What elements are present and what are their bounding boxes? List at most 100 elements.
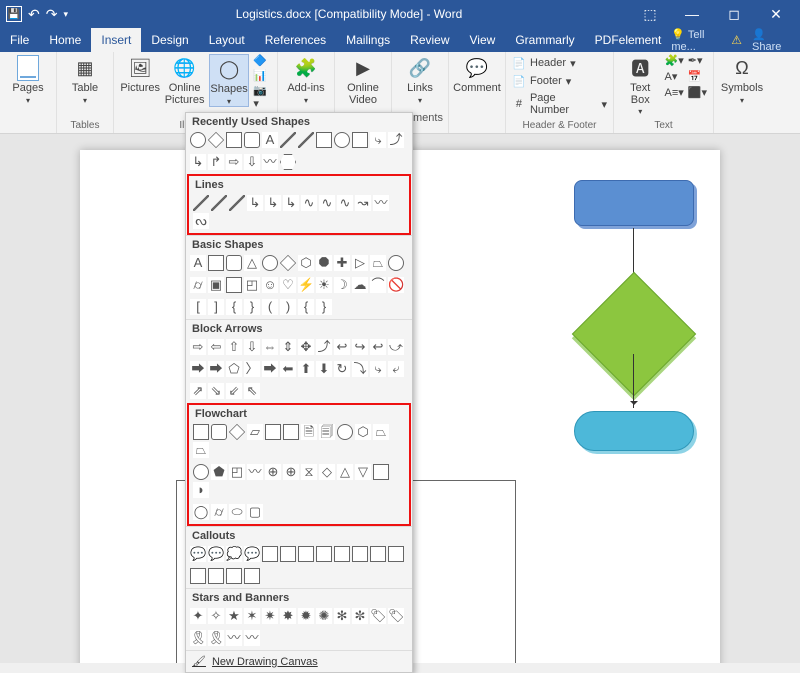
wordart-button[interactable]: A▾ — [665, 70, 684, 83]
ba-misc2[interactable]: ⤷ — [370, 361, 386, 377]
fc-display[interactable]: ▢ — [247, 504, 263, 520]
fc-magdisk[interactable]: ⌭ — [211, 504, 227, 520]
basic-sun[interactable]: ☀ — [316, 277, 332, 293]
ribbon-options-icon[interactable]: ⬚ — [630, 0, 670, 28]
basic-circ[interactable] — [388, 255, 404, 271]
basic-trap[interactable]: ⏢ — [370, 255, 386, 271]
warning-icon[interactable]: ⚠ — [731, 33, 742, 47]
shape-decision[interactable] — [208, 132, 224, 148]
line-scribble[interactable]: ᔓ — [193, 213, 209, 229]
ba-misc6[interactable]: ⇙ — [226, 383, 242, 399]
sb-3[interactable]: ★ — [226, 608, 242, 624]
header-button[interactable]: 📄Header ▾ — [512, 56, 607, 70]
co-12[interactable] — [388, 546, 404, 562]
online-video-button[interactable]: ▶ Online Video — [341, 54, 385, 106]
line-1[interactable] — [193, 195, 209, 211]
co-10[interactable] — [352, 546, 368, 562]
tab-design[interactable]: Design — [141, 28, 198, 52]
co-4[interactable]: 💬 — [244, 546, 260, 562]
line-freeform1[interactable]: ↝ — [355, 195, 371, 211]
co-16[interactable] — [244, 568, 260, 584]
fc-terminator[interactable] — [337, 424, 353, 440]
fc-connector[interactable] — [193, 464, 209, 480]
basic-plus[interactable]: ✚ — [334, 255, 350, 271]
pages-button[interactable]: Pages ▾ — [6, 54, 50, 105]
basic-lbrace[interactable]: { — [226, 299, 242, 315]
ba-misc4[interactable]: ⇗ — [190, 383, 206, 399]
ba-misc3[interactable]: ⤶ — [388, 361, 404, 377]
table-button[interactable]: ▦ Table ▾ — [63, 54, 107, 105]
shapes-button[interactable]: ◯ Shapes ▾ — [209, 54, 250, 107]
shape-rect[interactable] — [316, 132, 332, 148]
shape-down-arrow[interactable]: ⇩ — [244, 154, 260, 170]
basic-moon[interactable]: ☽ — [334, 277, 350, 293]
ba-down[interactable]: ⇩ — [244, 339, 260, 355]
fc-or[interactable]: ⊕ — [283, 464, 299, 480]
footer-button[interactable]: 📄Footer ▾ — [512, 74, 607, 88]
page-number-button[interactable]: #Page Number ▾ — [512, 92, 607, 116]
co-1[interactable]: 💬 — [190, 546, 206, 562]
co-7[interactable] — [298, 546, 314, 562]
ba-lr[interactable]: ⇔ — [262, 339, 278, 355]
shape-line[interactable] — [280, 132, 296, 148]
sb-8[interactable]: ✺ — [316, 608, 332, 624]
basic-diamond[interactable] — [280, 255, 296, 271]
shape-hexagon[interactable] — [280, 154, 296, 170]
sb-4[interactable]: ✶ — [244, 608, 260, 624]
ba-stripe[interactable]: ⮕ — [190, 361, 206, 377]
fc-manual-input[interactable]: ⏢ — [373, 424, 389, 440]
links-button[interactable]: 🔗 Links ▾ — [398, 54, 442, 105]
object-button[interactable]: ⬛▾ — [688, 86, 707, 99]
basic-smile[interactable]: ☺ — [262, 277, 278, 293]
basic-hex[interactable]: ⬡ — [298, 255, 314, 271]
sb-5[interactable]: ✷ — [262, 608, 278, 624]
shape-process[interactable] — [226, 132, 242, 148]
minimize-button[interactable]: — — [672, 0, 712, 28]
pictures-button[interactable]: 🖼 Pictures — [120, 54, 160, 95]
fc-sumjunc[interactable]: ⊕ — [265, 464, 281, 480]
basic-textbox[interactable]: A — [190, 255, 206, 271]
ba-up[interactable]: ⇧ — [226, 339, 242, 355]
smartart-button[interactable]: 🔷 — [253, 54, 271, 67]
sb-10[interactable]: ✼ — [352, 608, 368, 624]
fc-manual-op[interactable]: ⏢ — [193, 442, 209, 458]
fc-extract[interactable]: △ — [337, 464, 353, 480]
sb-6[interactable]: ✸ — [280, 608, 296, 624]
fc-offpage[interactable]: ⬟ — [211, 464, 227, 480]
sb-13[interactable]: 🎗 — [190, 630, 206, 646]
sb-1[interactable]: ✦ — [190, 608, 206, 624]
ba-right[interactable]: ⇨ — [190, 339, 206, 355]
basic-no[interactable]: 🚫 — [388, 277, 404, 293]
ba-callu[interactable]: ⬆ — [298, 361, 314, 377]
basic-lbracket[interactable]: [ — [190, 299, 206, 315]
sb-16[interactable]: 〰 — [244, 630, 260, 646]
sb-14[interactable]: 🎗 — [208, 630, 224, 646]
basic-lbrace2[interactable]: { — [298, 299, 314, 315]
basic-triangle[interactable]: △ — [244, 255, 260, 271]
basic-lparen[interactable]: ( — [262, 299, 278, 315]
line-freeform2[interactable]: 〰 — [373, 195, 389, 211]
ba-bent[interactable]: ⤴ — [316, 339, 332, 355]
fc-tape[interactable]: 〰 — [247, 464, 263, 480]
addins-button[interactable]: 🧩 Add-ins ▾ — [284, 54, 328, 105]
basic-cloud[interactable]: ☁ — [352, 277, 368, 293]
co-8[interactable] — [316, 546, 332, 562]
tab-pdfelement[interactable]: PDFelement — [585, 28, 672, 52]
shape-rect2[interactable] — [352, 132, 368, 148]
text-box-button[interactable]: 🅰 Text Box ▾ — [620, 54, 661, 116]
basic-cyl[interactable]: ⌭ — [190, 277, 206, 293]
line-elbow1[interactable]: ↳ — [247, 195, 263, 211]
ba-chev[interactable]: 〉 — [244, 361, 260, 377]
co-5[interactable] — [262, 546, 278, 562]
fc-decision[interactable] — [229, 424, 245, 440]
ba-misc1[interactable]: ⤵ — [352, 361, 368, 377]
tab-file[interactable]: File — [0, 28, 39, 52]
basic-oct[interactable]: ⯃ — [316, 255, 332, 271]
save-icon[interactable]: 💾 — [6, 6, 22, 22]
shape-terminator[interactable] — [190, 132, 206, 148]
co-3[interactable]: 💭 — [226, 546, 242, 562]
co-2[interactable]: 💬 — [208, 546, 224, 562]
ba-curve-u[interactable]: ⤻ — [388, 339, 404, 355]
fc-merge[interactable]: ▽ — [355, 464, 371, 480]
basic-rbracket[interactable]: ] — [208, 299, 224, 315]
